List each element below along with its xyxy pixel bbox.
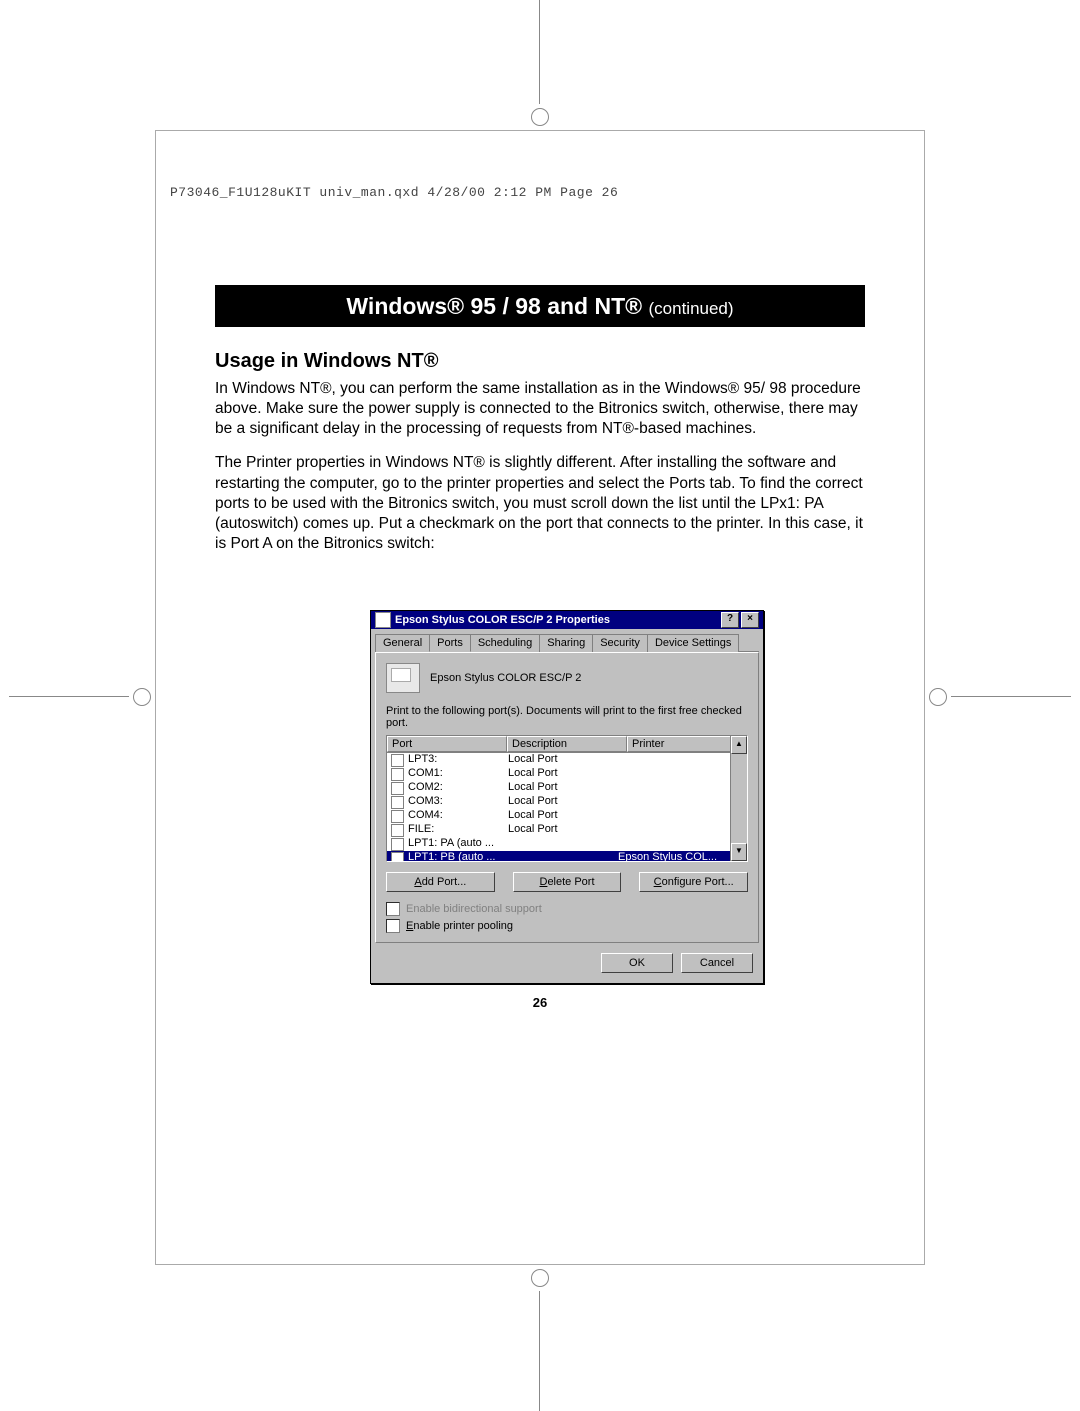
port-checkbox[interactable] [391,796,404,809]
crop-header: P73046_F1U128uKIT univ_man.qxd 4/28/00 2… [170,185,618,200]
dialog-titlebar: Epson Stylus COLOR ESC/P 2 Properties ? … [371,611,763,629]
port-checkbox[interactable]: ✓ [391,852,404,861]
close-button[interactable]: × [741,612,759,628]
port-checkbox[interactable] [391,838,404,851]
port-checkbox[interactable] [391,754,404,767]
port-row[interactable]: LPT1: PA (auto ... [387,837,747,851]
port-row[interactable]: COM4:Local Port [387,809,747,823]
tab-ports[interactable]: Ports [429,634,471,652]
bidirectional-checkbox-row: Enable bidirectional support [386,902,748,916]
title-main: Windows® 95 / 98 and NT® [346,293,642,319]
port-checkbox[interactable] [391,824,404,837]
printer-name-label: Epson Stylus COLOR ESC/P 2 [430,672,581,684]
configure-port-button[interactable]: Configure Port... [639,872,748,892]
tab-device-settings[interactable]: Device Settings [647,634,739,652]
list-header: Port Description Printer [387,736,747,753]
dialog-title-text: Epson Stylus COLOR ESC/P 2 Properties [395,611,610,629]
port-checkbox[interactable] [391,782,404,795]
port-row[interactable]: COM3:Local Port [387,795,747,809]
instruction-text: Print to the following port(s). Document… [386,705,748,729]
port-row[interactable]: ✓LPT1: PB (auto ...Epson Stylus COL... [387,851,747,861]
section-title: Windows® 95 / 98 and NT® (continued) [215,285,865,327]
tab-scheduling[interactable]: Scheduling [470,634,540,652]
ok-button[interactable]: OK [601,953,673,973]
port-row[interactable]: FILE:Local Port [387,823,747,837]
delete-port-button[interactable]: Delete Port [513,872,622,892]
port-row[interactable]: COM2:Local Port [387,781,747,795]
col-printer: Printer [627,736,747,752]
help-button[interactable]: ? [721,612,739,628]
pooling-checkbox-row[interactable]: Enable printer pooling [386,919,748,933]
printer-icon [386,663,420,693]
ports-listbox[interactable]: Port Description Printer LPT3:Local Port… [386,735,748,862]
port-checkbox[interactable] [391,810,404,823]
col-description: Description [507,736,627,752]
pooling-label: nable printer pooling [413,920,513,932]
page-number: 26 [0,995,1080,1010]
pooling-checkbox[interactable] [386,919,400,933]
paragraph-2: The Printer properties in Windows NT® is… [215,453,865,554]
scroll-up-icon[interactable]: ▲ [731,736,747,754]
cancel-button[interactable]: Cancel [681,953,753,973]
port-row[interactable]: LPT3:Local Port [387,753,747,767]
tabs-row: General Ports Scheduling Sharing Securit… [375,633,759,652]
port-checkbox[interactable] [391,768,404,781]
printer-titlebar-icon [375,612,391,628]
title-continued: (continued) [649,299,734,318]
port-row[interactable]: COM1:Local Port [387,767,747,781]
scroll-down-icon[interactable]: ▼ [731,843,747,861]
printer-properties-dialog: Epson Stylus COLOR ESC/P 2 Properties ? … [370,610,764,984]
col-port: Port [387,736,507,752]
paragraph-1: In Windows NT®, you can perform the same… [215,379,865,439]
tab-security[interactable]: Security [592,634,648,652]
bidirectional-label: Enable bidirectional support [406,903,542,915]
scrollbar[interactable]: ▲ ▼ [730,736,747,861]
bidirectional-checkbox [386,902,400,916]
tab-sharing[interactable]: Sharing [539,634,593,652]
tab-general[interactable]: General [375,634,430,652]
subheading: Usage in Windows NT® [215,350,865,373]
tab-body: Epson Stylus COLOR ESC/P 2 Print to the … [375,652,759,943]
add-port-button[interactable]: Add Port... [386,872,495,892]
